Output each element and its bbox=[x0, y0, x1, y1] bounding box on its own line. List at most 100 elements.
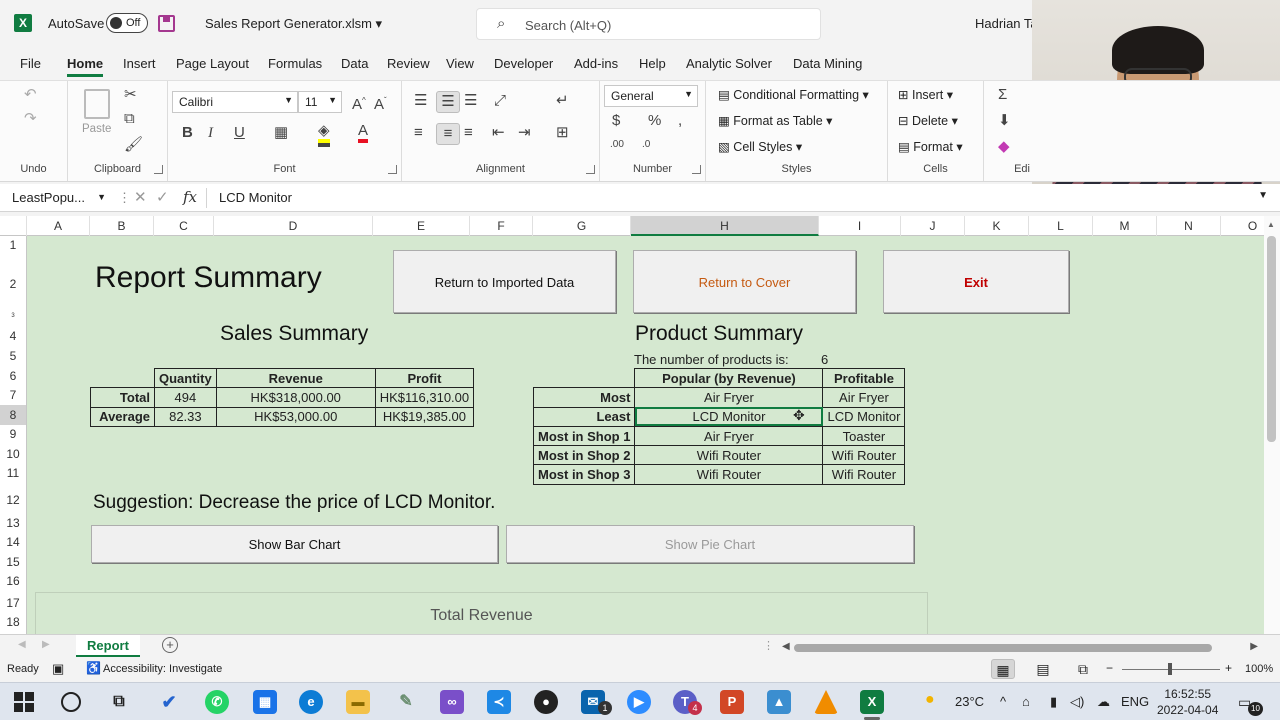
edge-browser-icon[interactable]: e bbox=[299, 690, 323, 714]
row-header[interactable]: 10 bbox=[0, 444, 26, 464]
table-cell[interactable]: 494 bbox=[154, 387, 217, 408]
tab-data[interactable]: Data bbox=[341, 56, 368, 71]
fill-down-icon[interactable]: ⬇ bbox=[998, 111, 1011, 131]
column-header[interactable]: M bbox=[1093, 216, 1157, 236]
excel-taskbar-icon[interactable]: X bbox=[860, 690, 884, 714]
cut-icon[interactable]: ✂ bbox=[124, 85, 137, 105]
file-name-dropdown[interactable]: Sales Report Generator.xlsm ▾ bbox=[205, 16, 382, 32]
column-header[interactable]: N bbox=[1157, 216, 1221, 236]
file-explorer-icon[interactable]: ▬ bbox=[346, 690, 370, 714]
table-header-quantity[interactable]: Quantity bbox=[154, 367, 217, 389]
fill-color-icon[interactable]: ◈ bbox=[318, 121, 330, 147]
align-left-icon[interactable]: ≡ bbox=[414, 123, 423, 143]
photos-app-icon[interactable]: ▲ bbox=[767, 690, 791, 714]
row-label[interactable]: Most in Shop 3 bbox=[532, 464, 636, 485]
battery-icon[interactable]: ▮ bbox=[1050, 694, 1057, 710]
tab-data-mining[interactable]: Data Mining bbox=[793, 56, 862, 71]
redo-icon[interactable]: ↷ bbox=[24, 109, 37, 129]
row-label[interactable]: Average bbox=[90, 406, 155, 427]
format-cells-button[interactable]: ▤ Format ▾ bbox=[898, 139, 963, 154]
copy-icon[interactable]: ⧉ bbox=[124, 109, 135, 129]
scroll-left-icon[interactable]: ◀ bbox=[782, 641, 790, 652]
autosave-toggle[interactable]: Off bbox=[106, 13, 148, 33]
table-cell[interactable]: Air Fryer bbox=[634, 387, 824, 408]
row-header[interactable]: 4 bbox=[0, 319, 26, 347]
merge-center-icon[interactable]: ⊞ bbox=[556, 123, 569, 143]
row-header[interactable]: 17 bbox=[0, 591, 26, 611]
windows-start-icon[interactable] bbox=[14, 692, 34, 712]
powerpoint-icon[interactable]: P bbox=[720, 690, 744, 714]
expand-formula-bar-icon[interactable]: ▼ bbox=[1258, 190, 1268, 201]
tab-splitter-icon[interactable]: ⋮ bbox=[763, 639, 774, 652]
format-as-table-button[interactable]: ▦ Format as Table ▾ bbox=[718, 113, 832, 128]
show-pie-chart-button[interactable]: Show Pie Chart bbox=[506, 525, 914, 563]
italic-icon[interactable]: I bbox=[208, 123, 213, 143]
vlc-icon[interactable] bbox=[814, 690, 838, 714]
paste-icon[interactable] bbox=[84, 89, 110, 119]
row-header[interactable]: 12 bbox=[0, 483, 26, 513]
align-center-icon[interactable]: ≡ bbox=[436, 123, 460, 145]
accessibility-status[interactable]: Accessibility: Investigate bbox=[103, 663, 222, 675]
row-header[interactable]: 1 bbox=[0, 236, 26, 255]
column-header[interactable]: L bbox=[1029, 216, 1093, 236]
horizontal-scrollbar[interactable]: ◀ ▶ bbox=[780, 640, 1260, 654]
number-launcher-icon[interactable] bbox=[692, 165, 701, 174]
prev-sheet-icon[interactable]: ◀ bbox=[18, 639, 26, 650]
search-box[interactable]: ⌕ Search (Alt+Q) bbox=[476, 8, 821, 40]
underline-icon[interactable]: U bbox=[234, 123, 245, 143]
sheet-tab-report[interactable]: Report bbox=[76, 635, 140, 657]
delete-cells-button[interactable]: ⊟ Delete ▾ bbox=[898, 113, 958, 128]
column-header[interactable]: C bbox=[154, 216, 214, 236]
currency-icon[interactable]: $ bbox=[612, 111, 620, 131]
row-header[interactable]: 16 bbox=[0, 572, 26, 591]
insert-function-icon[interactable]: fx bbox=[183, 188, 197, 206]
increase-indent-icon[interactable]: ⇥ bbox=[518, 123, 531, 143]
row-label[interactable]: Most in Shop 1 bbox=[532, 425, 636, 447]
scroll-thumb[interactable] bbox=[1267, 236, 1276, 442]
column-header[interactable]: I bbox=[819, 216, 901, 236]
row-header[interactable]: 15 bbox=[0, 552, 26, 572]
zoom-in-icon[interactable]: + bbox=[1225, 661, 1232, 675]
tab-analytic-solver[interactable]: Analytic Solver bbox=[686, 56, 772, 71]
vertical-scrollbar[interactable]: ▲ bbox=[1264, 216, 1280, 634]
table-cell[interactable]: Air Fryer bbox=[634, 425, 824, 447]
column-header[interactable]: F bbox=[470, 216, 533, 236]
align-middle-icon[interactable]: ☰ bbox=[436, 91, 460, 113]
undo-icon[interactable]: ↶ bbox=[24, 85, 37, 105]
autosum-icon[interactable]: Σ bbox=[998, 85, 1007, 105]
total-revenue-chart[interactable]: Total Revenue bbox=[35, 592, 928, 634]
row-header[interactable]: 7 bbox=[0, 386, 26, 405]
column-header[interactable]: J bbox=[901, 216, 965, 236]
exit-button[interactable]: Exit bbox=[883, 250, 1069, 313]
row-header[interactable]: 18 bbox=[0, 611, 26, 634]
comma-style-icon[interactable]: , bbox=[678, 111, 682, 131]
format-painter-icon[interactable]: 🖌 bbox=[124, 135, 143, 155]
column-header[interactable]: B bbox=[90, 216, 154, 236]
calendar-app-icon[interactable]: ▦ bbox=[253, 690, 277, 714]
visual-studio-icon[interactable]: ∞ bbox=[440, 690, 464, 714]
tab-add-ins[interactable]: Add-ins bbox=[574, 56, 618, 71]
formula-input[interactable]: LCD Monitor bbox=[206, 188, 1246, 208]
row-header[interactable]: 6 bbox=[0, 366, 26, 386]
return-to-cover-button[interactable]: Return to Cover bbox=[633, 250, 856, 313]
save-icon[interactable] bbox=[158, 15, 175, 32]
row-label[interactable]: Most in Shop 2 bbox=[532, 445, 636, 466]
decrease-indent-icon[interactable]: ⇤ bbox=[492, 123, 505, 143]
table-cell[interactable]: HK$116,310.00 bbox=[374, 387, 475, 408]
row-header[interactable]: 11 bbox=[0, 464, 26, 483]
row-label[interactable]: Least bbox=[532, 406, 636, 427]
row-header[interactable]: 9 bbox=[0, 425, 26, 444]
tab-help[interactable]: Help bbox=[639, 56, 666, 71]
font-launcher-icon[interactable] bbox=[388, 165, 397, 174]
insert-cells-button[interactable]: ⊞ Insert ▾ bbox=[898, 87, 953, 102]
cortana-search-icon[interactable] bbox=[61, 692, 81, 712]
table-header-profitable[interactable]: Profitable bbox=[822, 367, 906, 389]
column-header[interactable]: O bbox=[1221, 216, 1264, 236]
row-label[interactable]: Total bbox=[90, 387, 155, 408]
table-cell[interactable]: HK$53,000.00 bbox=[215, 406, 376, 427]
shrink-font-icon[interactable]: Aˇ bbox=[374, 91, 387, 115]
network-icon[interactable]: ⌂ bbox=[1022, 694, 1030, 709]
column-header[interactable]: D bbox=[214, 216, 373, 236]
table-cell[interactable]: HK$318,000.00 bbox=[215, 387, 376, 408]
scroll-right-icon[interactable]: ▶ bbox=[1250, 641, 1258, 652]
